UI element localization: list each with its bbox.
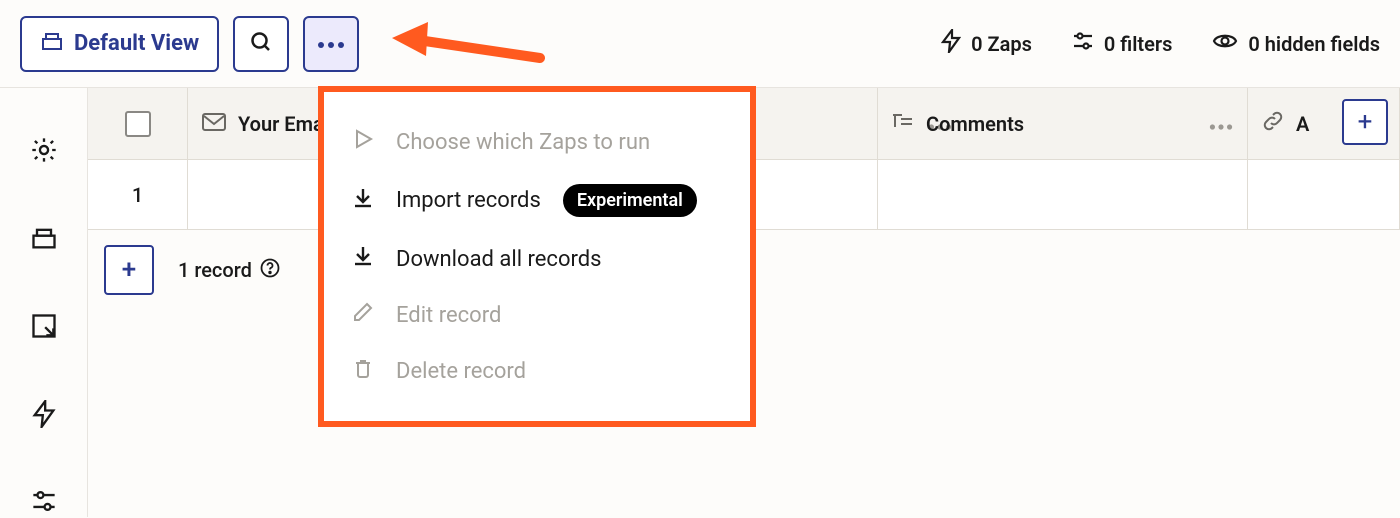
help-icon[interactable] — [260, 258, 280, 283]
select-all-cell — [88, 88, 188, 159]
column-menu-icon[interactable] — [1209, 112, 1233, 136]
pencil-icon — [352, 301, 374, 329]
more-actions-menu: Choose which Zaps to run Import records … — [318, 86, 756, 427]
bolt-icon — [32, 400, 56, 432]
column-label: Comments — [926, 112, 1024, 136]
menu-label: Download all records — [396, 247, 602, 272]
menu-delete-record: Delete record — [324, 343, 750, 399]
menu-choose-zaps: Choose which Zaps to run — [324, 114, 750, 170]
sidebar-embed[interactable] — [30, 312, 58, 344]
gear-icon — [30, 136, 58, 168]
menu-download-records[interactable]: Download all records — [324, 231, 750, 287]
menu-import-records[interactable]: Import records Experimental — [324, 170, 750, 231]
more-menu-button[interactable] — [303, 16, 359, 72]
select-all-checkbox[interactable] — [125, 111, 151, 137]
cell-attachment[interactable] — [1248, 160, 1400, 229]
search-icon — [249, 30, 273, 58]
record-count: 1 record — [178, 258, 280, 283]
menu-edit-record: Edit record — [324, 287, 750, 343]
more-horizontal-icon — [317, 34, 345, 53]
left-sidebar — [0, 88, 88, 517]
experimental-badge: Experimental — [563, 184, 697, 217]
default-view-button[interactable]: Default View — [20, 16, 219, 72]
sidebar-filters[interactable] — [31, 488, 57, 518]
eye-icon — [1212, 31, 1238, 56]
hidden-fields-stat[interactable]: 0 hidden fields — [1212, 31, 1380, 56]
sliders-icon — [31, 488, 57, 518]
add-column-button[interactable]: + — [1342, 99, 1388, 145]
record-count-text: 1 record — [178, 258, 252, 282]
plus-icon: + — [1358, 107, 1373, 137]
filters-icon — [1072, 30, 1094, 57]
column-header-comments[interactable]: Comments — [878, 88, 1248, 159]
zaps-count: 0 Zaps — [971, 32, 1032, 56]
view-layers-icon — [40, 29, 64, 59]
play-icon — [352, 128, 374, 156]
sidebar-zaps[interactable] — [32, 400, 56, 432]
menu-label: Delete record — [396, 359, 526, 384]
download-icon — [352, 245, 374, 273]
menu-label: Edit record — [396, 303, 501, 328]
zap-bolt-icon — [941, 29, 961, 58]
view-label: Default View — [74, 31, 199, 56]
column-label: Your Email — [238, 112, 318, 136]
filters-stat[interactable]: 0 filters — [1072, 30, 1173, 57]
zaps-stat[interactable]: 0 Zaps — [941, 29, 1032, 58]
download-icon — [352, 187, 374, 215]
add-row-button[interactable]: + — [104, 245, 154, 295]
column-label: A — [1296, 112, 1309, 136]
text-icon — [892, 111, 914, 136]
link-icon — [1262, 110, 1284, 137]
menu-label: Import records — [396, 188, 541, 213]
embed-icon — [30, 312, 58, 344]
menu-label: Choose which Zaps to run — [396, 130, 650, 155]
toolbar-stats: 0 Zaps 0 filters 0 hidden fields — [941, 29, 1380, 58]
search-button[interactable] — [233, 16, 289, 72]
email-icon — [202, 112, 226, 136]
cell-comments[interactable] — [878, 160, 1248, 229]
plus-icon: + — [122, 255, 136, 285]
top-toolbar: Default View 0 Zaps 0 filters 0 h — [0, 0, 1400, 88]
sidebar-settings[interactable] — [30, 136, 58, 168]
layers-icon — [30, 224, 58, 256]
sidebar-views[interactable] — [30, 224, 58, 256]
hidden-count: 0 hidden fields — [1248, 32, 1380, 56]
filters-count: 0 filters — [1104, 32, 1173, 56]
trash-icon — [352, 357, 374, 385]
row-index: 1 — [88, 160, 188, 229]
